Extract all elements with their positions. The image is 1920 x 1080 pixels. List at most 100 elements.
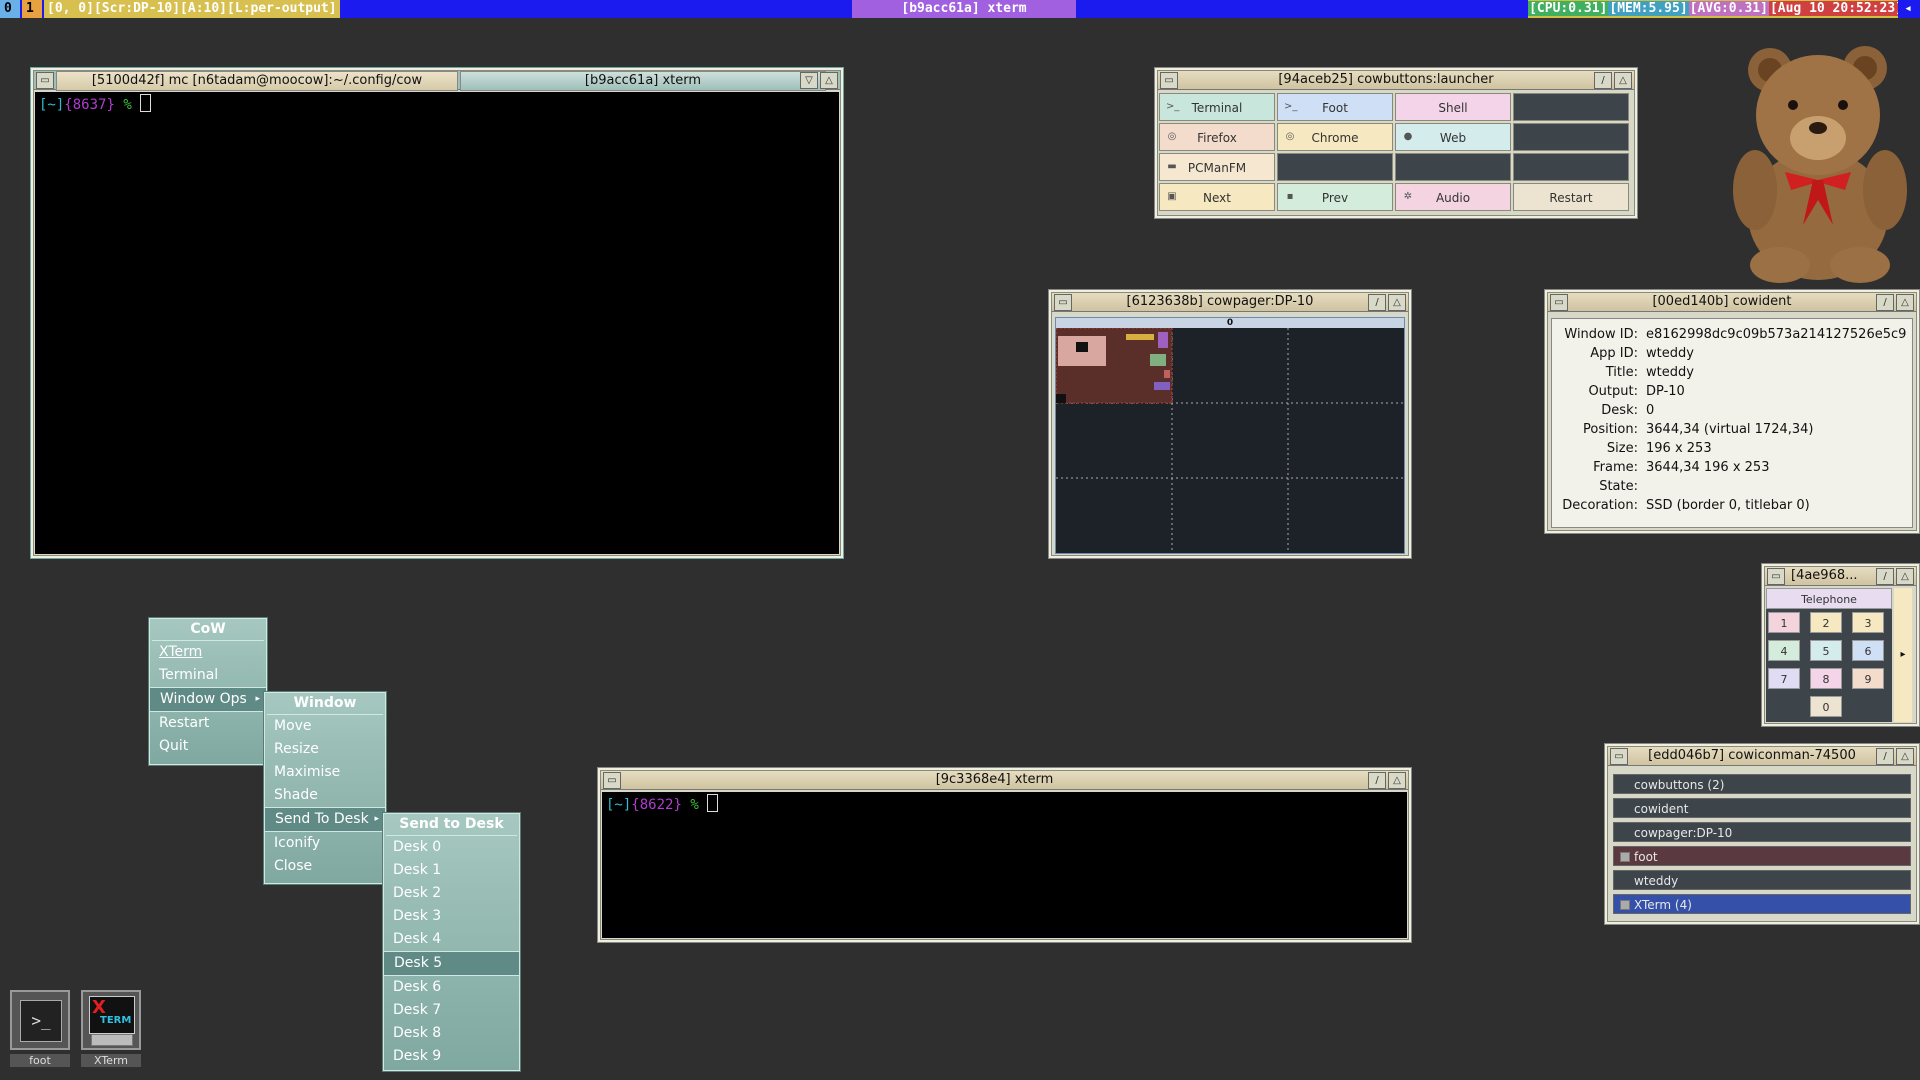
chrome-launch-button[interactable]: ◎ Chrome (1277, 123, 1393, 151)
terminal-area[interactable]: [~]{8637} % (35, 92, 839, 554)
xterm2-titlebar[interactable]: ▭ [9c3368e4] xterm / △ (601, 771, 1408, 790)
menu-item-desk-7[interactable]: Desk 7 (383, 999, 520, 1022)
pager-desk-header: 0 (1056, 318, 1404, 328)
key-4[interactable]: 4 (1768, 640, 1800, 661)
window-menu-icon[interactable]: ▭ (1160, 72, 1178, 89)
next-button[interactable]: ▣ Next (1159, 183, 1275, 211)
button-label: Firefox (1197, 131, 1237, 145)
key-9[interactable]: 9 (1852, 668, 1884, 689)
button-label: Foot (1322, 101, 1348, 115)
telephone-title: [4ae968... (1791, 568, 1858, 583)
menu-item-desk-1[interactable]: Desk 1 (383, 859, 520, 882)
minimize-button-icon[interactable]: △ (1388, 772, 1406, 789)
cowident-titlebar[interactable]: ▭ [00ed140b] cowident / △ (1548, 293, 1916, 312)
menu-item-desk-2[interactable]: Desk 2 (383, 882, 520, 905)
menu-item-terminal[interactable]: Terminal (149, 664, 267, 687)
menu-item-desk-4[interactable]: Desk 4 (383, 928, 520, 951)
maximize-button-icon[interactable]: / (1876, 748, 1894, 765)
maximize-button-icon[interactable]: / (1594, 72, 1612, 89)
menu-item-desk-8[interactable]: Desk 8 (383, 1022, 520, 1045)
menu-item-label: Desk 8 (393, 1025, 442, 1041)
window-menu-icon[interactable]: ▭ (603, 772, 621, 789)
pager-titlebar[interactable]: ▭ [6123638b] cowpager:DP-10 / △ (1052, 293, 1408, 312)
window-menu-icon[interactable]: ▭ (1767, 568, 1785, 585)
key-0[interactable]: 0 (1810, 696, 1842, 717)
iconmanager-item[interactable]: wteddy (1613, 870, 1911, 890)
menu-item-desk-3[interactable]: Desk 3 (383, 905, 520, 928)
pcmanfm-launch-button[interactable]: ▬ PCManFM (1159, 153, 1275, 181)
minimize-button-icon[interactable]: △ (1896, 748, 1914, 765)
xterm-window-titlebar[interactable]: ▭ [5100d42f] mc [n6tadam@moocow]:~/.conf… (34, 71, 840, 91)
terminal-launch-button[interactable]: >_ Terminal (1159, 93, 1275, 121)
minimize-button-icon[interactable]: △ (1896, 568, 1914, 585)
iconmanager-item[interactable]: cowident (1613, 798, 1911, 818)
menu-item-close[interactable]: Close (264, 855, 386, 878)
menu-item-desk-0[interactable]: Desk 0 (383, 836, 520, 859)
terminal-area[interactable]: [~]{8622} % (602, 792, 1407, 938)
workspace-1-indicator[interactable]: 1 (22, 0, 42, 18)
window-menu-icon[interactable]: ▭ (36, 72, 54, 89)
menu-item-iconify[interactable]: Iconify (264, 832, 386, 855)
iconmanager-item-xterm[interactable]: XTerm (4) (1613, 894, 1911, 914)
tab-xterm[interactable]: [b9acc61a] xterm (460, 71, 826, 91)
menu-item-send-to-desk[interactable]: Send To Desk ▸ (264, 807, 386, 832)
menu-item-label: Shade (274, 787, 318, 803)
menu-item-move[interactable]: Move (264, 715, 386, 738)
foot-dock-icon[interactable]: >_ (10, 990, 70, 1050)
xterm-dock-icon[interactable]: X TERM (81, 990, 141, 1050)
globe-icon: ◎ (1285, 131, 1295, 142)
key-8[interactable]: 8 (1810, 668, 1842, 689)
menu-item-quit[interactable]: Quit (149, 735, 267, 758)
tab-mc[interactable]: [5100d42f] mc [n6tadam@moocow]:~/.config… (56, 71, 458, 91)
telephone-titlebar[interactable]: ▭ [4ae968... / △ (1765, 567, 1916, 586)
iconmanager-item[interactable]: cowbuttons (2) (1613, 774, 1911, 794)
workspace-0-indicator[interactable]: 0 (0, 0, 20, 18)
prev-button[interactable]: ▪ Prev (1277, 183, 1393, 211)
minimize-button-icon[interactable]: △ (820, 72, 838, 89)
iconmanager-titlebar[interactable]: ▭ [edd046b7] cowiconman-74500 / △ (1608, 747, 1916, 766)
speaker-icon[interactable]: ◂ (1898, 0, 1918, 18)
restart-button[interactable]: Restart (1513, 183, 1629, 211)
scroll-arrow-icon[interactable]: ▸ (1894, 588, 1912, 722)
prompt-dir: [~] (606, 797, 632, 813)
launcher-titlebar[interactable]: ▭ [94aceb25] cowbuttons:launcher / △ (1158, 71, 1634, 90)
menu-item-window-ops[interactable]: Window Ops ▸ (149, 687, 267, 712)
info-key: State: (1599, 479, 1638, 494)
key-2[interactable]: 2 (1810, 612, 1842, 633)
menu-item-resize[interactable]: Resize (264, 738, 386, 761)
maximize-button-icon[interactable]: / (1876, 294, 1894, 311)
audio-button[interactable]: ✲ Audio (1395, 183, 1511, 211)
minimize-button-icon[interactable]: △ (1896, 294, 1914, 311)
menu-item-restart[interactable]: Restart (149, 712, 267, 735)
key-6[interactable]: 6 (1852, 640, 1884, 661)
menu-item-shade[interactable]: Shade (264, 784, 386, 807)
menu-item-desk-6[interactable]: Desk 6 (383, 976, 520, 999)
window-menu-icon[interactable]: ▭ (1550, 294, 1568, 311)
web-launch-button[interactable]: ● Web (1395, 123, 1511, 151)
maximize-button-icon[interactable]: / (1368, 294, 1386, 311)
prompt-symbol: % (690, 797, 699, 813)
shade-button-icon[interactable]: ▽ (800, 72, 818, 89)
iconmanager-item[interactable]: cowpager:DP-10 (1613, 822, 1911, 842)
key-5[interactable]: 5 (1810, 640, 1842, 661)
submenu-arrow-icon: ▸ (255, 694, 260, 704)
key-1[interactable]: 1 (1768, 612, 1800, 633)
iconmanager-item-foot[interactable]: foot (1613, 846, 1911, 866)
pager-desk-area[interactable]: 0 (1055, 317, 1405, 554)
key-3[interactable]: 3 (1852, 612, 1884, 633)
window-menu-icon[interactable]: ▭ (1054, 294, 1072, 311)
shell-launch-button[interactable]: Shell (1395, 93, 1511, 121)
minimize-button-icon[interactable]: △ (1614, 72, 1632, 89)
menu-item-maximise[interactable]: Maximise (264, 761, 386, 784)
maximize-button-icon[interactable]: / (1876, 568, 1894, 585)
menu-item-xterm[interactable]: XTerm (149, 641, 267, 664)
window-menu-icon[interactable]: ▭ (1610, 748, 1628, 765)
firefox-launch-button[interactable]: ◎ Firefox (1159, 123, 1275, 151)
foot-launch-button[interactable]: >_ Foot (1277, 93, 1393, 121)
maximize-button-icon[interactable]: / (1368, 772, 1386, 789)
info-key: Title: (1605, 365, 1638, 380)
menu-item-desk-9[interactable]: Desk 9 (383, 1045, 520, 1068)
key-7[interactable]: 7 (1768, 668, 1800, 689)
menu-item-desk-5[interactable]: Desk 5 (383, 951, 520, 976)
minimize-button-icon[interactable]: △ (1388, 294, 1406, 311)
